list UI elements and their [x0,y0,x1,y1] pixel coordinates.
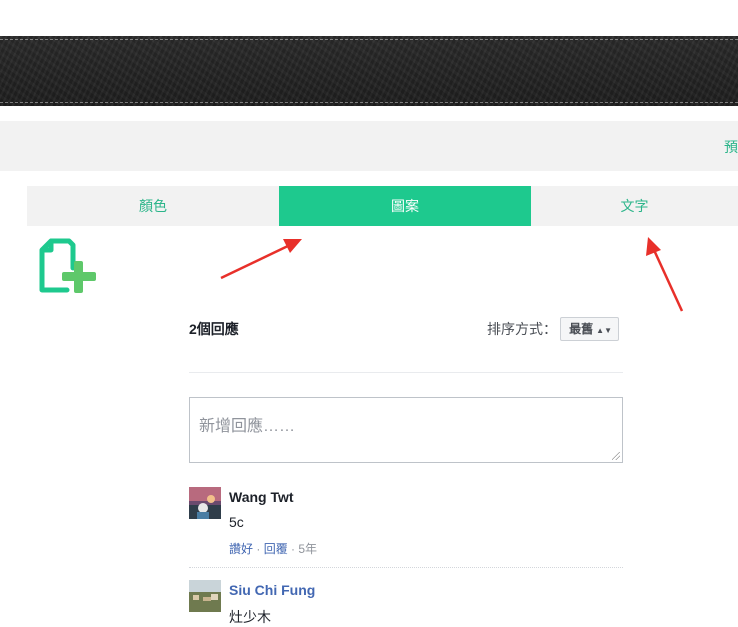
comment-meta: 讚好 · 回覆 · 5年 [229,542,318,556]
preview-link[interactable]: 預覽 [724,137,738,157]
sort-select[interactable]: 最舊 ▲▼ [560,317,619,341]
tab-pattern[interactable]: 圖案 [279,186,531,226]
comment-text: 灶少木 [229,609,271,625]
tab-color[interactable]: 顏色 [27,186,279,226]
like-link[interactable]: 讚好 [229,542,253,556]
reply-placeholder: 新增回應…… [199,418,296,435]
stitch-line [0,39,738,40]
reply-link[interactable]: 回覆 [264,542,288,556]
avatar[interactable] [189,487,221,519]
leather-banner [0,36,738,106]
avatar[interactable] [189,580,221,612]
divider [189,372,623,373]
comment-author[interactable]: Wang Twt [229,489,294,505]
reply-input[interactable]: 新增回應…… [189,397,623,463]
sort-value: 最舊 [569,322,594,336]
comments-plugin: 2個回應 排序方式： 最舊 ▲▼ 新增回應…… Wang Twt 5c 讚好 · … [189,306,623,625]
comment-author[interactable]: Siu Chi Fung [229,582,315,598]
red-arrow-annotation [646,237,684,312]
comment-text: 5c [229,514,244,530]
comment-count: 2個回應 [189,321,239,337]
add-file-icon[interactable] [39,238,97,296]
tab-bar: 顏色 圖案 文字 [27,186,738,226]
red-arrow-annotation [220,239,302,280]
stitch-line [0,102,738,103]
comment-separator [189,567,623,568]
comment-age: 5年 [298,542,318,556]
tab-text[interactable]: 文字 [531,186,738,226]
toolbar-band: 預覽 [0,121,738,171]
comments-header: 2個回應 排序方式： 最舊 ▲▼ [189,306,623,352]
resize-grip-icon[interactable] [612,452,620,460]
sort-label: 排序方式： [487,321,557,337]
sort-caret-icon: ▲▼ [596,326,612,335]
